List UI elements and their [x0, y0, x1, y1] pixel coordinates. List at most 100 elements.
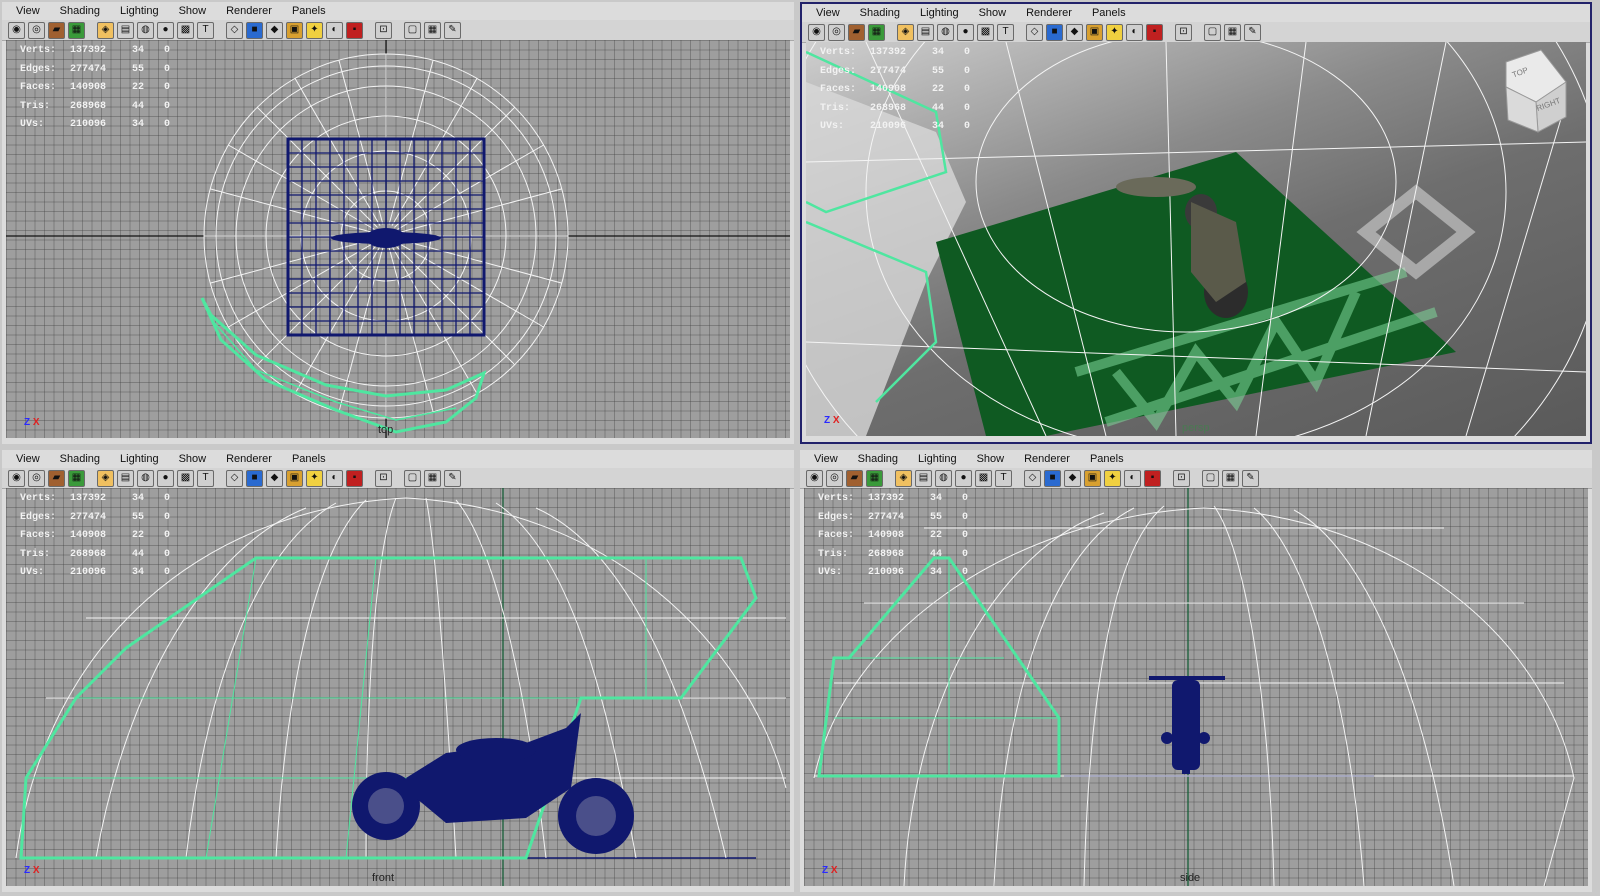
- film-gate-icon[interactable]: ▤: [917, 23, 934, 41]
- menu-show[interactable]: Show: [179, 5, 207, 17]
- isolate-select-icon[interactable]: ⊡: [1173, 469, 1190, 487]
- textured-icon[interactable]: ▣: [1084, 469, 1101, 487]
- shadows-icon[interactable]: ◐: [1124, 469, 1141, 487]
- shadows-icon[interactable]: ◐: [1126, 23, 1143, 41]
- gate-mask-icon[interactable]: ●: [957, 23, 974, 41]
- resolution-gate-icon[interactable]: ◍: [935, 469, 952, 487]
- image-plane-icon[interactable]: ▦: [68, 21, 85, 39]
- hud-toggle-icon[interactable]: ▢: [1204, 23, 1221, 41]
- film-gate-icon[interactable]: ▤: [915, 469, 932, 487]
- textured-icon[interactable]: ▣: [286, 21, 303, 39]
- field-chart-icon[interactable]: ▩: [177, 469, 194, 487]
- grid-icon[interactable]: ▦: [424, 21, 441, 39]
- film-gate-icon[interactable]: ▤: [117, 21, 134, 39]
- isolate-select-icon[interactable]: ⊡: [375, 469, 392, 487]
- camera-attributes-icon[interactable]: ◎: [28, 21, 45, 39]
- image-plane-icon[interactable]: ▦: [868, 23, 885, 41]
- lights-icon[interactable]: ✦: [1106, 23, 1123, 41]
- menu-renderer[interactable]: Renderer: [1024, 453, 1070, 465]
- image-plane-icon[interactable]: ▦: [866, 469, 883, 487]
- bookmark-icon[interactable]: ▰: [848, 23, 865, 41]
- xray-icon[interactable]: ▪: [1144, 469, 1161, 487]
- wireframe-icon[interactable]: ◇: [1026, 23, 1043, 41]
- viewport-canvas-top[interactable]: Verts: 137392 34 0 Edges: 277474 55 0 Faces: 14…: [6, 40, 790, 438]
- menu-shading[interactable]: Shading: [860, 7, 900, 19]
- viewport-pane-persp[interactable]: View Shading Lighting Show Renderer Pane…: [800, 2, 1592, 444]
- snap-icon[interactable]: ✎: [1244, 23, 1261, 41]
- field-chart-icon[interactable]: ▩: [177, 21, 194, 39]
- wireframe-on-shaded-icon[interactable]: ◆: [266, 21, 283, 39]
- safe-title-icon[interactable]: T: [995, 469, 1012, 487]
- camera-select-icon[interactable]: ◉: [8, 21, 25, 39]
- smooth-shade-icon[interactable]: ■: [246, 469, 263, 487]
- image-plane-icon[interactable]: ▦: [68, 469, 85, 487]
- menu-shading[interactable]: Shading: [858, 453, 898, 465]
- snap-icon[interactable]: ✎: [444, 21, 461, 39]
- viewport-canvas-persp[interactable]: Verts: 137392 34 0 Edges: 277474 55 0 Faces: 14…: [806, 42, 1586, 436]
- snap-icon[interactable]: ✎: [1242, 469, 1259, 487]
- camera-select-icon[interactable]: ◉: [8, 469, 25, 487]
- menu-lighting[interactable]: Lighting: [918, 453, 957, 465]
- menu-view[interactable]: View: [814, 453, 838, 465]
- viewport-pane-front[interactable]: View Shading Lighting Show Renderer Pane…: [2, 450, 794, 892]
- gate-mask-icon[interactable]: ●: [955, 469, 972, 487]
- gate-mask-icon[interactable]: ●: [157, 21, 174, 39]
- menu-panels[interactable]: Panels: [292, 5, 326, 17]
- xray-icon[interactable]: ▪: [346, 469, 363, 487]
- menu-show[interactable]: Show: [979, 7, 1007, 19]
- wireframe-on-shaded-icon[interactable]: ◆: [1066, 23, 1083, 41]
- bookmark-icon[interactable]: ▰: [48, 469, 65, 487]
- hud-toggle-icon[interactable]: ▢: [404, 21, 421, 39]
- viewport-pane-top[interactable]: View Shading Lighting Show Renderer Pane…: [2, 2, 794, 444]
- menu-renderer[interactable]: Renderer: [226, 453, 272, 465]
- menu-panels[interactable]: Panels: [1090, 453, 1124, 465]
- grid-toggle-icon[interactable]: ◈: [97, 469, 114, 487]
- menu-show[interactable]: Show: [179, 453, 207, 465]
- menu-lighting[interactable]: Lighting: [120, 5, 159, 17]
- menu-lighting[interactable]: Lighting: [920, 7, 959, 19]
- shadows-icon[interactable]: ◐: [326, 21, 343, 39]
- wireframe-icon[interactable]: ◇: [1024, 469, 1041, 487]
- menu-show[interactable]: Show: [977, 453, 1005, 465]
- menu-view[interactable]: View: [16, 5, 40, 17]
- xray-icon[interactable]: ▪: [1146, 23, 1163, 41]
- isolate-select-icon[interactable]: ⊡: [1175, 23, 1192, 41]
- grid-icon[interactable]: ▦: [1224, 23, 1241, 41]
- textured-icon[interactable]: ▣: [1086, 23, 1103, 41]
- safe-title-icon[interactable]: T: [197, 469, 214, 487]
- grid-toggle-icon[interactable]: ◈: [895, 469, 912, 487]
- lights-icon[interactable]: ✦: [306, 469, 323, 487]
- wireframe-on-shaded-icon[interactable]: ◆: [266, 469, 283, 487]
- grid-toggle-icon[interactable]: ◈: [97, 21, 114, 39]
- safe-title-icon[interactable]: T: [997, 23, 1014, 41]
- camera-select-icon[interactable]: ◉: [808, 23, 825, 41]
- resolution-gate-icon[interactable]: ◍: [937, 23, 954, 41]
- resolution-gate-icon[interactable]: ◍: [137, 21, 154, 39]
- viewport-canvas-front[interactable]: Verts: 137392 34 0 Edges: 277474 55 0 Faces: 14…: [6, 488, 790, 886]
- resolution-gate-icon[interactable]: ◍: [137, 469, 154, 487]
- menu-panels[interactable]: Panels: [292, 453, 326, 465]
- snap-icon[interactable]: ✎: [444, 469, 461, 487]
- hud-toggle-icon[interactable]: ▢: [404, 469, 421, 487]
- camera-select-icon[interactable]: ◉: [806, 469, 823, 487]
- bookmark-icon[interactable]: ▰: [48, 21, 65, 39]
- safe-title-icon[interactable]: T: [197, 21, 214, 39]
- menu-lighting[interactable]: Lighting: [120, 453, 159, 465]
- hud-toggle-icon[interactable]: ▢: [1202, 469, 1219, 487]
- selected-light-side[interactable]: [817, 556, 1061, 778]
- shadows-icon[interactable]: ◐: [326, 469, 343, 487]
- menu-shading[interactable]: Shading: [60, 453, 100, 465]
- smooth-shade-icon[interactable]: ■: [246, 21, 263, 39]
- grid-icon[interactable]: ▦: [424, 469, 441, 487]
- xray-icon[interactable]: ▪: [346, 21, 363, 39]
- wireframe-icon[interactable]: ◇: [226, 469, 243, 487]
- camera-attributes-icon[interactable]: ◎: [826, 469, 843, 487]
- isolate-select-icon[interactable]: ⊡: [375, 21, 392, 39]
- smooth-shade-icon[interactable]: ■: [1046, 23, 1063, 41]
- bookmark-icon[interactable]: ▰: [846, 469, 863, 487]
- field-chart-icon[interactable]: ▩: [975, 469, 992, 487]
- grid-icon[interactable]: ▦: [1222, 469, 1239, 487]
- gate-mask-icon[interactable]: ●: [157, 469, 174, 487]
- smooth-shade-icon[interactable]: ■: [1044, 469, 1061, 487]
- menu-view[interactable]: View: [816, 7, 840, 19]
